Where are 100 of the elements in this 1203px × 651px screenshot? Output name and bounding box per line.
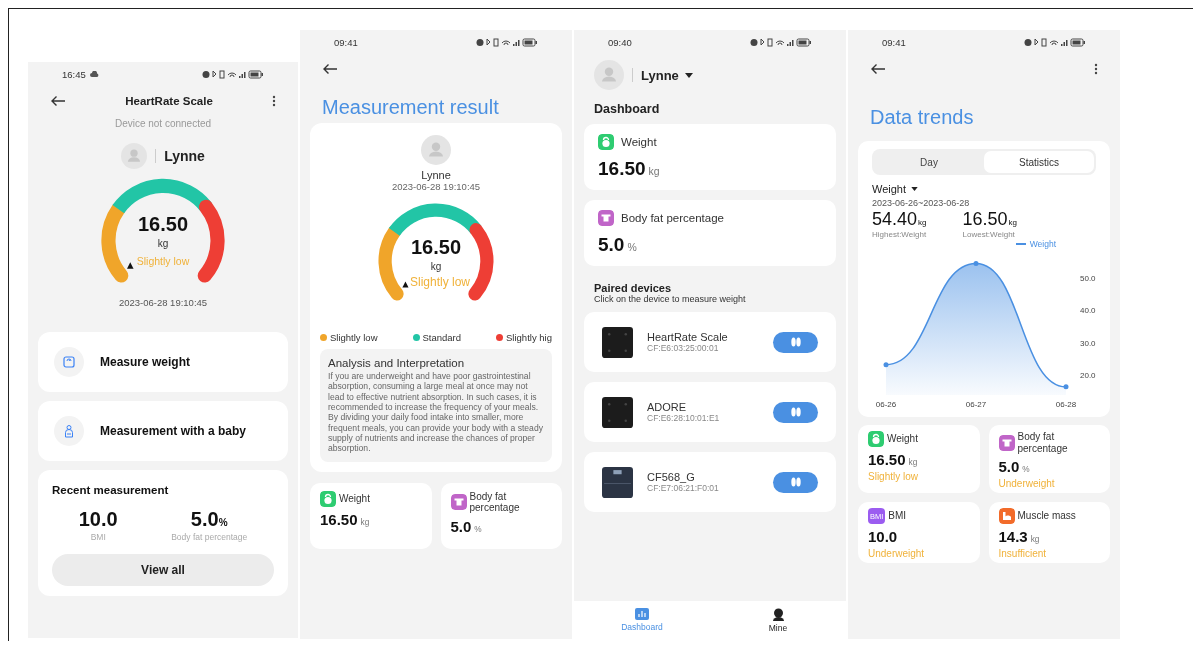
scale-image: [602, 396, 633, 428]
stat-value: 54.40kg: [872, 209, 927, 230]
device-card[interactable]: HeartRate Scale CF:E6:03:25:00:01: [584, 312, 836, 372]
device-name: CF568_G: [647, 471, 696, 483]
status-time: 09:40: [608, 36, 632, 48]
weight-unit: kg: [430, 261, 442, 272]
legend-label: Slightly hig: [506, 332, 552, 343]
legend-label: Weight: [1029, 239, 1056, 249]
nav-tab[interactable]: Dashboard: [574, 601, 710, 639]
footprints-icon: [788, 407, 803, 417]
back-arrow-icon[interactable]: [870, 63, 886, 75]
y-tick-label: 20.0: [1080, 371, 1096, 381]
metric-value: 5.0 %: [450, 517, 483, 535]
back-arrow-icon[interactable]: [50, 95, 66, 107]
metric-value: 5.0%: [190, 508, 228, 531]
metric-dropdown[interactable]: Weight: [872, 183, 919, 195]
section-title: Dashboard: [593, 101, 661, 118]
metric-label: BMI: [90, 532, 106, 542]
metric-status: Slightly low: [868, 471, 920, 482]
device-card[interactable]: CF568_G CF:E7:06:21:F0:01: [584, 452, 836, 512]
weight-unit: kg: [157, 238, 169, 249]
nav-tab[interactable]: Mine: [710, 601, 846, 639]
user-dropdown[interactable]: Lynne: [641, 67, 693, 83]
period-tab[interactable]: Day: [874, 151, 984, 173]
stat-label: Lowest:Weight: [962, 230, 1016, 239]
weight-status: Slightly low: [410, 275, 470, 289]
x-tick-label: 06-28: [1055, 400, 1077, 409]
device-address: CF:E7:06:21:F0:01: [647, 483, 720, 493]
metric-label: Weight: [621, 136, 657, 148]
y-tick-label: 40.0: [1080, 306, 1096, 316]
kettlebell-icon: [868, 431, 884, 447]
y-tick-label: 30.0: [1080, 338, 1096, 348]
point-marker: [1063, 384, 1069, 390]
kettlebell-icon: [320, 490, 336, 507]
status-time: 16:45: [62, 68, 86, 80]
metric-status: Underweight: [868, 548, 926, 559]
metric-value: 14.3 kg: [998, 528, 1041, 545]
metric-value: 10.0: [78, 508, 118, 531]
metric-label: Muscle mass: [1017, 510, 1076, 522]
timestamp: 2023-06-28 19:10:45: [117, 297, 209, 308]
measure-button[interactable]: [773, 471, 818, 493]
body-icon: [598, 210, 614, 226]
section-title: Recent measurement: [52, 484, 170, 496]
status-time: 09:41: [334, 36, 358, 48]
metric-status: Insufficient: [998, 548, 1048, 559]
scale-image: [602, 326, 633, 358]
legend-label: Slightly low: [330, 332, 378, 343]
screen-title: Data trends: [869, 105, 975, 130]
caret-icon: [911, 187, 919, 191]
action-card[interactable]: Measure weight: [38, 332, 288, 392]
device-name: ADORE: [647, 401, 688, 413]
metric-value: 16.50 kg: [320, 510, 371, 528]
weight-value: 16.50: [410, 236, 462, 259]
body-icon: [450, 494, 467, 510]
more-icon[interactable]: [1094, 63, 1098, 75]
metric-value: 5.0%: [598, 234, 638, 256]
person-icon: [771, 607, 785, 621]
metric-label: Body fat percentage: [621, 212, 724, 224]
section-title: Paired devices: [593, 281, 673, 294]
metric-label: Body fat percentage: [171, 532, 248, 542]
avatar-icon: [121, 143, 148, 169]
metric-value: 10.0: [868, 528, 899, 545]
y-tick-label: 50.0: [1080, 273, 1096, 283]
measure-button[interactable]: [773, 331, 818, 353]
user-name: Lynne: [164, 148, 205, 164]
view-all-button[interactable]: View all: [52, 554, 274, 586]
action-card[interactable]: Measurement with a baby: [38, 401, 288, 461]
screen-title: HeartRate Scale: [125, 95, 213, 107]
parent-baby-icon: [63, 424, 75, 438]
stat-label: Highest:Weight: [872, 230, 927, 239]
x-tick-label: 06-27: [965, 400, 987, 409]
timestamp: 2023-06-28 19:10:45: [390, 181, 482, 192]
metric-label: Weight: [339, 492, 370, 505]
device-card[interactable]: ADORE CF:E6:28:10:01:E1: [584, 382, 836, 442]
device-address: CF:E6:28:10:01:E1: [647, 413, 721, 423]
weight-status: Slightly low: [136, 255, 190, 267]
back-arrow-icon[interactable]: [322, 63, 338, 75]
footprints-icon: [788, 337, 803, 347]
scale-image: [602, 466, 633, 498]
user-name: Lynne: [420, 169, 452, 181]
x-tick-label: 06-26: [875, 400, 897, 409]
analysis-title: Analysis and Interpretation: [328, 357, 466, 369]
arm-icon: [998, 508, 1015, 524]
weight-value: 16.50: [137, 213, 189, 236]
device-address: CF:E6:03:25:00:01: [647, 343, 720, 353]
measure-button[interactable]: [773, 401, 818, 423]
footprints-icon: [788, 477, 803, 487]
metric-label: Body fat percentage: [469, 490, 521, 514]
metric-label: Weight: [887, 433, 918, 445]
status-time: 09:41: [882, 36, 906, 48]
status-icons-drawing: [476, 37, 538, 47]
status-icons-drawing: [750, 37, 812, 47]
metric-value: 16.50 kg: [868, 451, 919, 468]
point-marker: [973, 260, 979, 266]
metric-label: BMI: [888, 510, 907, 522]
analysis-text: If you are underweight and have poor gastrointestinal absorption, consuming a large meal at once may not lead to effective nutrient absorption. In such cases, it is recommended to increase the frequency of your meals. By dividing your daily food intake into smaller, more frequent meals, you can provide your body with a steady supply of nutrients and increase the chances of proper absorption.: [328, 371, 544, 454]
more-icon[interactable]: [272, 95, 276, 107]
date-range: 2023-06-26~2023-06-28: [872, 198, 971, 208]
avatar-icon: [594, 60, 624, 90]
period-tab[interactable]: Statistics: [984, 151, 1094, 173]
